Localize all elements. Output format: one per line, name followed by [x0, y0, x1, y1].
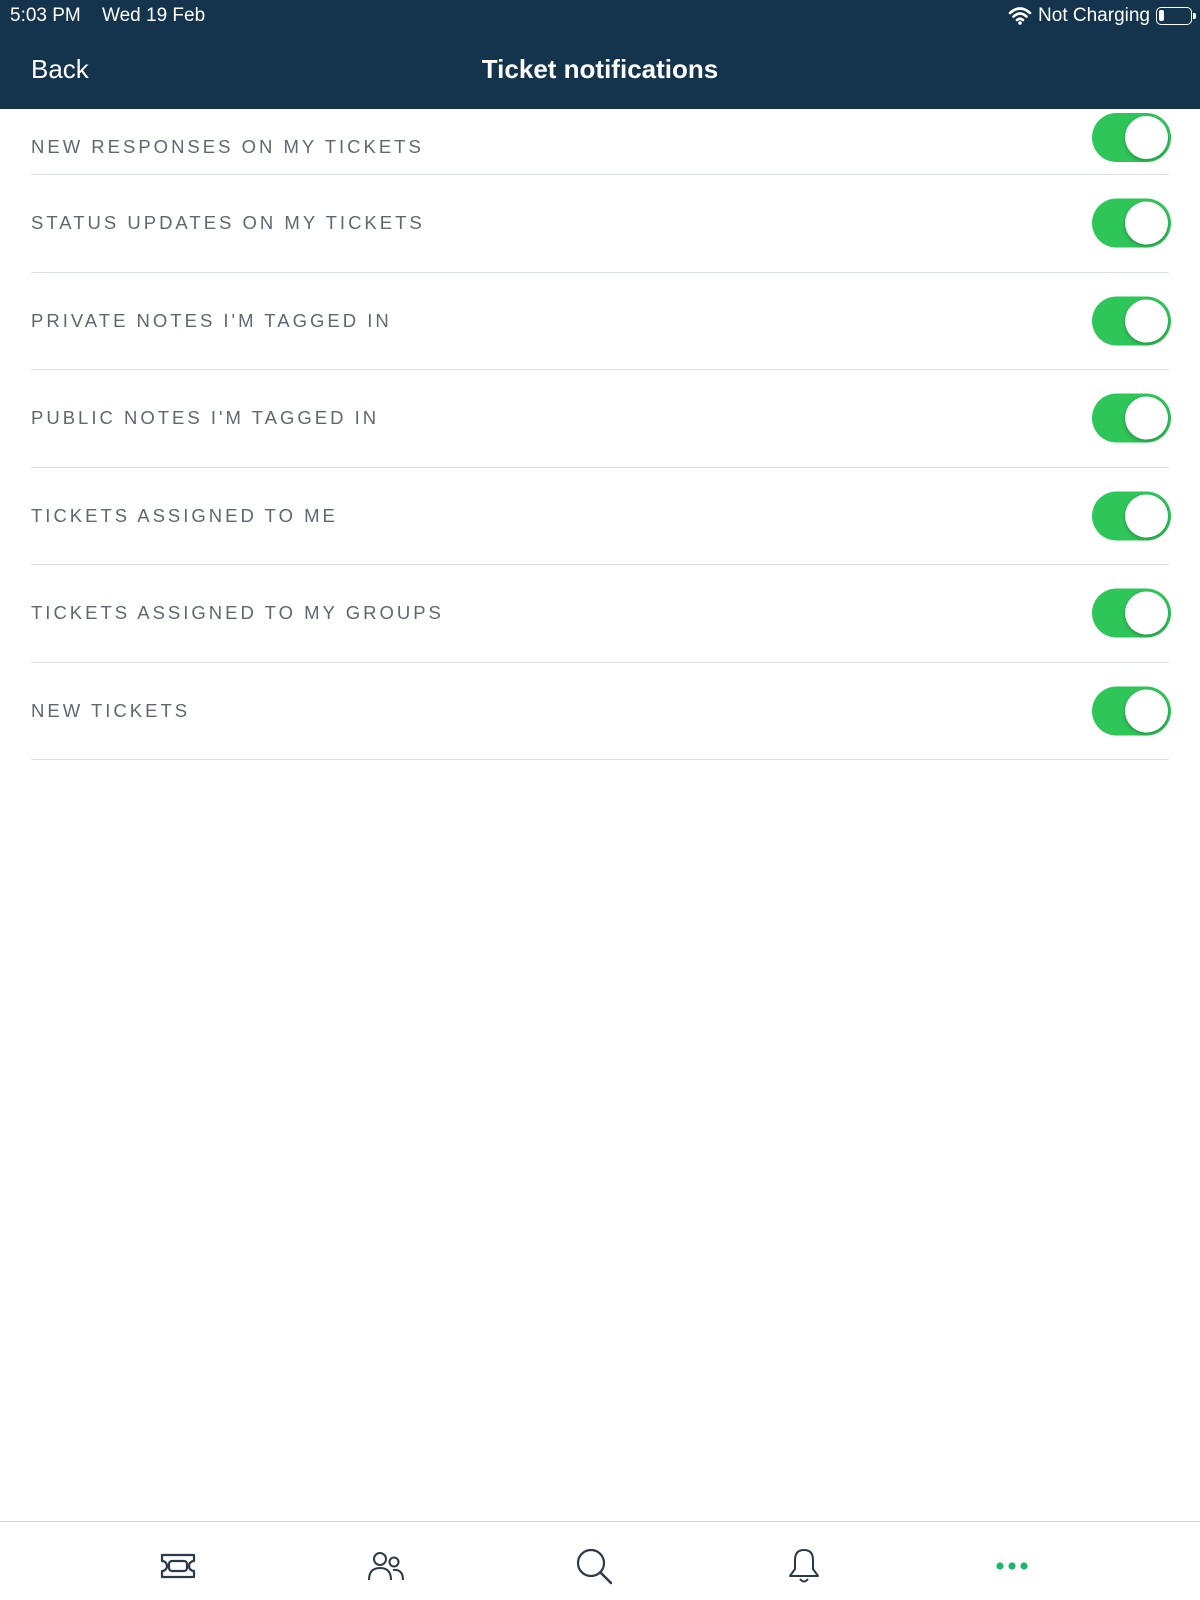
- private-notes-toggle[interactable]: [1092, 296, 1171, 346]
- status-updates-toggle[interactable]: [1092, 198, 1171, 248]
- battery-level: [1159, 10, 1164, 21]
- new-tickets-toggle[interactable]: [1092, 686, 1171, 736]
- ticket-icon: [160, 1553, 196, 1579]
- toggle-knob: [1125, 591, 1168, 635]
- status-indicators: Not Charging: [1008, 4, 1196, 28]
- setting-row-private-notes: PRIVATE NOTES I'M TAGGED IN: [31, 273, 1171, 370]
- battery-status-text: Not Charging: [1038, 5, 1150, 26]
- back-button[interactable]: Back: [31, 54, 89, 85]
- search-icon: [576, 1548, 613, 1585]
- setting-row-new-responses: NEW RESPONSES ON MY TICKETS: [31, 109, 1171, 175]
- toggle-knob: [1125, 494, 1168, 538]
- assigned-to-me-toggle[interactable]: [1092, 491, 1171, 541]
- setting-label: PUBLIC NOTES I'M TAGGED IN: [31, 407, 380, 429]
- setting-label: PRIVATE NOTES I'M TAGGED IN: [31, 309, 392, 331]
- setting-row-assigned-to-me: TICKETS ASSIGNED TO ME: [31, 468, 1171, 565]
- navigation-header: 5:03 PM Wed 19 Feb Not Charging Ticket n…: [0, 0, 1200, 109]
- toggle-knob: [1125, 201, 1168, 245]
- toggle-knob: [1125, 116, 1168, 159]
- tab-bar: [0, 1521, 1200, 1600]
- setting-row-status-updates: STATUS UPDATES ON MY TICKETS: [31, 175, 1171, 273]
- assigned-to-groups-toggle[interactable]: [1092, 588, 1171, 638]
- status-bar: 5:03 PM Wed 19 Feb Not Charging: [0, 0, 1200, 30]
- setting-row-public-notes: PUBLIC NOTES I'M TAGGED IN: [31, 370, 1171, 468]
- tab-more[interactable]: [987, 1546, 1037, 1586]
- setting-label: NEW RESPONSES ON MY TICKETS: [31, 136, 424, 157]
- status-date: Wed 19 Feb: [102, 5, 206, 26]
- tab-search[interactable]: [569, 1546, 619, 1586]
- toggle-knob: [1125, 396, 1168, 440]
- toggle-knob: [1125, 299, 1168, 343]
- setting-label: STATUS UPDATES ON MY TICKETS: [31, 212, 425, 234]
- toggle-knob: [1125, 689, 1168, 733]
- setting-row-assigned-to-groups: TICKETS ASSIGNED TO MY GROUPS: [31, 565, 1171, 663]
- battery-icon: [1156, 7, 1196, 25]
- tab-contacts[interactable]: [361, 1546, 411, 1586]
- setting-label: NEW TICKETS: [31, 699, 191, 721]
- wifi-icon: [1008, 6, 1032, 26]
- contacts-icon: [368, 1552, 404, 1581]
- page-title-text: Ticket notifications: [481, 54, 719, 84]
- setting-label: TICKETS ASSIGNED TO ME: [31, 504, 338, 526]
- new-responses-toggle[interactable]: [1092, 113, 1171, 162]
- tab-tickets[interactable]: [153, 1546, 203, 1586]
- tab-notifications[interactable]: [779, 1546, 829, 1586]
- notification-settings-list: NEW RESPONSES ON MY TICKETS STATUS UPDAT…: [0, 109, 1200, 760]
- page-title: Ticket notifications: [0, 54, 1200, 85]
- status-time: 5:03 PM: [10, 5, 81, 26]
- bell-icon: [789, 1549, 819, 1583]
- setting-label: TICKETS ASSIGNED TO MY GROUPS: [31, 602, 444, 624]
- more-icon: [996, 1562, 1028, 1570]
- public-notes-toggle[interactable]: [1092, 393, 1171, 443]
- setting-row-new-tickets: NEW TICKETS: [31, 663, 1171, 760]
